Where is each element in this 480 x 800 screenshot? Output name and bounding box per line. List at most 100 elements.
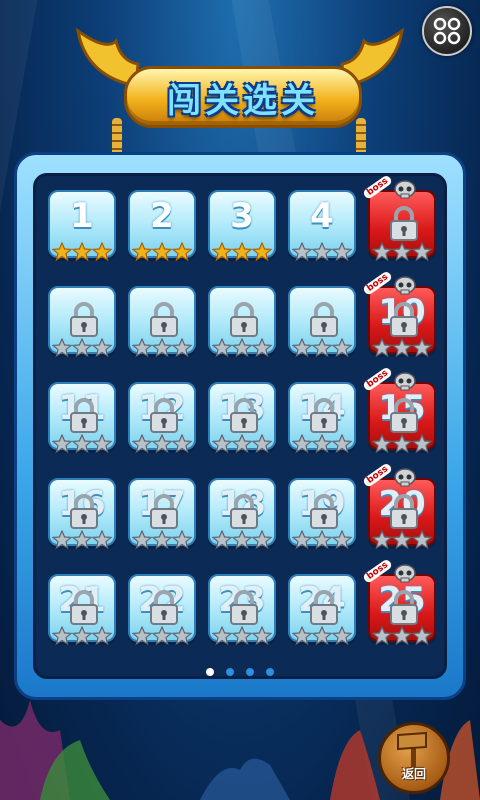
- level-tile[interactable]: 18: [208, 478, 276, 550]
- level-tile[interactable]: 16: [48, 478, 116, 550]
- page-dot[interactable]: [226, 668, 234, 676]
- star-empty-icon: [252, 626, 272, 646]
- star-empty-icon: [312, 434, 332, 454]
- level-tile[interactable]: 12: [128, 382, 196, 454]
- level-tile[interactable]: 14: [288, 382, 356, 454]
- lock-icon: [310, 590, 338, 625]
- level-tile[interactable]: 17: [128, 478, 196, 550]
- star-rating: [50, 626, 114, 646]
- star-empty-icon: [232, 530, 252, 550]
- star-rating: [210, 626, 274, 646]
- back-button[interactable]: 返回: [378, 722, 450, 794]
- star-empty-icon: [172, 338, 192, 358]
- star-rating: [210, 434, 274, 454]
- skull-icon: [394, 372, 416, 391]
- level-tile[interactable]: 21: [48, 574, 116, 646]
- star-rating: [50, 530, 114, 550]
- level-tile[interactable]: 1: [48, 190, 116, 262]
- star-empty-icon: [332, 338, 352, 358]
- menu-button[interactable]: [422, 6, 472, 56]
- level-tile[interactable]: 11: [48, 382, 116, 454]
- boss-badge: boss: [361, 173, 394, 201]
- level-tile[interactable]: 2: [128, 190, 196, 262]
- star-empty-icon: [52, 530, 72, 550]
- star-empty-icon: [52, 338, 72, 358]
- title-plate: 闯关选关: [124, 66, 362, 128]
- level-tile[interactable]: [128, 286, 196, 358]
- level-tile[interactable]: 15 boss: [361, 365, 436, 454]
- star-rating: [290, 338, 354, 358]
- star-rating: [210, 338, 274, 358]
- level-tile[interactable]: [208, 286, 276, 358]
- star-rating: [130, 626, 194, 646]
- star-empty-icon: [92, 338, 112, 358]
- star-empty-icon: [152, 338, 172, 358]
- star-rating: [50, 338, 114, 358]
- star-empty-icon: [212, 626, 232, 646]
- level-panel: 1 2 3 4 boss 10 boss 11 12 13 14 15 boss 16 17 18 19 20 bo…: [14, 152, 466, 700]
- star-empty-icon: [392, 530, 412, 550]
- star-filled-icon: [232, 242, 252, 262]
- star-empty-icon: [372, 626, 392, 646]
- star-filled-icon: [152, 242, 172, 262]
- star-empty-icon: [392, 626, 412, 646]
- star-empty-icon: [92, 626, 112, 646]
- level-tile[interactable]: 23: [208, 574, 276, 646]
- lock-icon: [70, 302, 98, 337]
- skull-icon: [394, 468, 416, 487]
- star-rating: [290, 242, 354, 262]
- star-empty-icon: [132, 530, 152, 550]
- page-indicator[interactable]: [0, 668, 480, 676]
- star-empty-icon: [72, 530, 92, 550]
- star-empty-icon: [72, 626, 92, 646]
- star-empty-icon: [312, 242, 332, 262]
- star-empty-icon: [372, 530, 392, 550]
- level-tile[interactable]: 25 boss: [361, 557, 436, 646]
- lock-icon: [390, 206, 418, 241]
- star-empty-icon: [172, 530, 192, 550]
- page-dot[interactable]: [206, 668, 214, 676]
- star-empty-icon: [132, 434, 152, 454]
- lock-icon: [390, 398, 418, 433]
- star-rating: [370, 338, 434, 358]
- star-empty-icon: [172, 626, 192, 646]
- signpost-icon: [397, 731, 427, 767]
- level-tile[interactable]: 13: [208, 382, 276, 454]
- level-tile[interactable]: 20 boss: [361, 461, 436, 550]
- level-tile[interactable]: [288, 286, 356, 358]
- star-empty-icon: [212, 530, 232, 550]
- star-rating: [370, 626, 434, 646]
- star-empty-icon: [412, 242, 432, 262]
- star-rating: [50, 434, 114, 454]
- star-empty-icon: [92, 530, 112, 550]
- level-tile[interactable]: 19: [288, 478, 356, 550]
- star-empty-icon: [152, 530, 172, 550]
- lock-icon: [150, 494, 178, 529]
- level-tile[interactable]: [48, 286, 116, 358]
- star-empty-icon: [392, 434, 412, 454]
- star-empty-icon: [372, 434, 392, 454]
- lock-icon: [230, 590, 258, 625]
- level-tile[interactable]: 3: [208, 190, 276, 262]
- page-dot[interactable]: [266, 668, 274, 676]
- page-dot[interactable]: [246, 668, 254, 676]
- star-filled-icon: [172, 242, 192, 262]
- grid-menu-icon: [433, 17, 461, 45]
- lock-icon: [150, 590, 178, 625]
- lock-icon: [70, 398, 98, 433]
- level-tile[interactable]: 4: [288, 190, 356, 262]
- skull-icon: [394, 564, 416, 583]
- star-empty-icon: [412, 434, 432, 454]
- star-empty-icon: [212, 338, 232, 358]
- star-empty-icon: [52, 626, 72, 646]
- star-rating: [370, 434, 434, 454]
- level-tile[interactable]: 22: [128, 574, 196, 646]
- lock-icon: [310, 398, 338, 433]
- level-tile[interactable]: 10 boss: [361, 269, 436, 358]
- level-tile[interactable]: boss: [361, 173, 436, 262]
- level-tile[interactable]: 24: [288, 574, 356, 646]
- star-empty-icon: [332, 626, 352, 646]
- star-empty-icon: [332, 434, 352, 454]
- star-empty-icon: [412, 338, 432, 358]
- star-empty-icon: [292, 626, 312, 646]
